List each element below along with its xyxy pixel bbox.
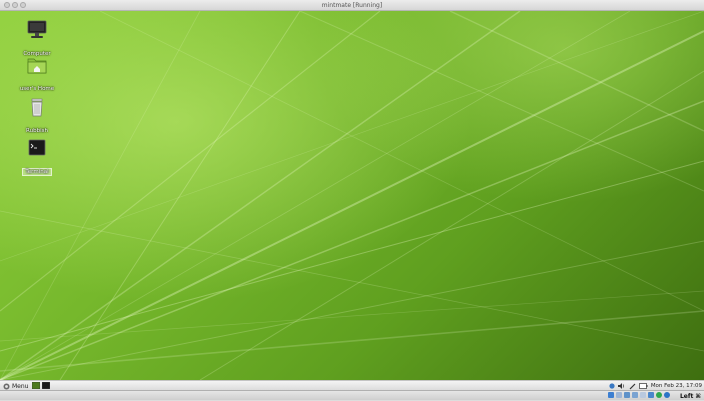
menu-label: Menu (12, 382, 29, 390)
show-desktop-launcher-icon[interactable] (32, 382, 40, 389)
battery-icon[interactable] (638, 383, 648, 389)
bottom-panel: Menu Mon Feb 23, 17:09 (0, 380, 704, 390)
clock[interactable]: Mon Feb 23, 17:09 (651, 383, 702, 389)
hard-disk-icon[interactable] (608, 392, 614, 398)
desktop-icon-label: user's Home (19, 86, 55, 92)
arrow-down-icon[interactable] (664, 392, 670, 398)
computer-icon (26, 20, 48, 40)
capture-icon[interactable] (656, 392, 662, 398)
network-adapter-icon[interactable] (648, 392, 654, 398)
desktop-icon-label: Terminal (22, 168, 52, 176)
optical-drive-icon[interactable] (616, 392, 622, 398)
desktop-icon-home[interactable]: user's Home (7, 55, 67, 94)
vbox-status-bar: Left ⌘ (0, 390, 704, 400)
terminal-icon (26, 138, 48, 158)
home-folder-icon (26, 55, 48, 75)
terminal-launcher-icon[interactable] (42, 382, 50, 389)
trash-icon (26, 97, 48, 117)
shared-folder-icon[interactable] (632, 392, 638, 398)
desktop-background[interactable]: Computer user's Home Rubbish Terminal (0, 11, 704, 380)
desktop-icon-computer[interactable]: Computer (7, 20, 67, 59)
host-titlebar[interactable]: mintmate [Running] (0, 0, 704, 11)
volume-icon[interactable] (617, 383, 626, 389)
desktop-icon-terminal[interactable]: Terminal (7, 138, 67, 177)
display-icon[interactable] (640, 392, 646, 398)
vbox-device-icons (608, 392, 670, 398)
usb-icon[interactable] (624, 392, 630, 398)
pen-icon[interactable] (629, 383, 636, 390)
desktop-icon-rubbish[interactable]: Rubbish (7, 97, 67, 136)
desktop-icon-label: Rubbish (26, 128, 48, 134)
network-icon[interactable] (609, 383, 615, 389)
host-key-label: Left ⌘ (679, 392, 701, 400)
wallpaper-rays (0, 11, 704, 380)
mint-menu-icon (3, 383, 10, 389)
window-title: mintmate [Running] (321, 2, 383, 9)
